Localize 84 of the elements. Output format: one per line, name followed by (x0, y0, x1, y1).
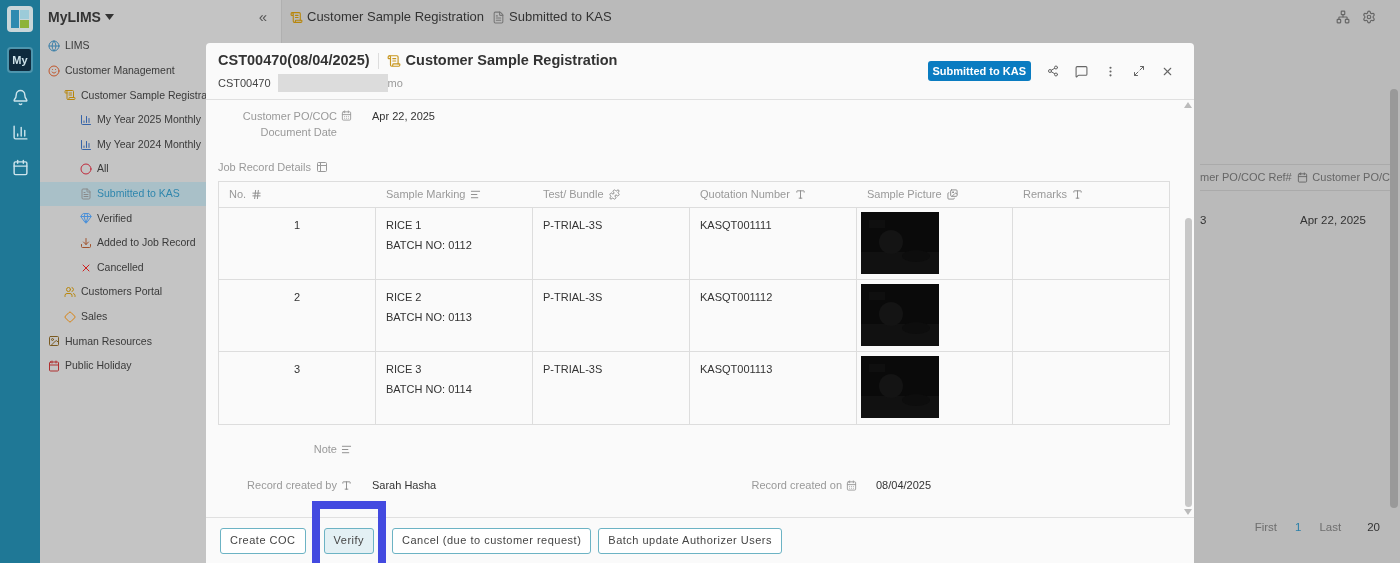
sidebar-item[interactable]: Sales (40, 304, 281, 330)
section-title: Job Record Details (218, 159, 311, 175)
sidebar-item[interactable]: Public Holiday (40, 353, 281, 379)
globe-icon (48, 40, 60, 53)
sidebar-item[interactable]: Added to Job Record (40, 230, 281, 256)
status-badge: Submitted to KAS (927, 60, 1031, 82)
field-label: Customer PO/COC Document Date (241, 109, 337, 140)
bell-icon[interactable] (11, 89, 29, 106)
scroll-icon (386, 53, 401, 68)
image-icon (946, 189, 958, 200)
document-icon (492, 10, 506, 24)
people-icon (64, 286, 76, 299)
field-label: Record created on (751, 477, 842, 493)
calendar-icon[interactable] (11, 159, 29, 176)
breadcrumb-item[interactable]: Submitted to KAS (492, 7, 612, 27)
landscape-icon (48, 335, 60, 348)
app-logo[interactable] (6, 5, 34, 33)
bar-chart-icon (80, 114, 92, 127)
settings-icon[interactable] (1362, 10, 1376, 24)
form-title: Customer Sample Registration (405, 50, 618, 70)
gem-icon (80, 212, 92, 225)
action-button[interactable]: Verify (323, 527, 375, 554)
action-button[interactable]: Batch update Authorizer Users (598, 527, 782, 554)
scrollbar[interactable] (1390, 89, 1398, 508)
diamond-icon (64, 310, 76, 323)
sidebar-item[interactable]: Verified (40, 206, 281, 231)
sidebar-item[interactable]: Customers Portal (40, 279, 281, 305)
table-cell: KASQT001112 (700, 291, 773, 303)
table-cell-text: RICE 1 BATCH NO: 0112 (386, 218, 473, 253)
table-icon (315, 161, 328, 173)
scroll-icon (64, 89, 76, 102)
caret-icon[interactable] (104, 14, 114, 20)
sidebar-item[interactable]: Cancelled (40, 255, 281, 280)
scrollbar[interactable] (1184, 218, 1192, 507)
lines-icon (341, 443, 352, 455)
text-type-icon (794, 189, 806, 200)
calendar-icon (846, 479, 857, 491)
text-type-icon (341, 479, 352, 491)
lines-icon (470, 189, 482, 200)
table-cell-text: Apr 22, 2025 (1300, 213, 1366, 229)
smiley-icon (48, 64, 60, 77)
scroll-icon (290, 10, 303, 24)
circle-icon (80, 163, 92, 176)
record-subtitle: mo (387, 76, 403, 92)
collapse-button[interactable]: « (258, 5, 267, 29)
action-button[interactable]: Cancel (due to customer request) (392, 527, 592, 554)
expand-icon[interactable] (1133, 65, 1145, 77)
record-title: CST00470(08/04/2025) (218, 50, 370, 70)
breadcrumb-item[interactable]: Customer Sample Registration (290, 7, 485, 27)
puzzle-icon (608, 189, 620, 200)
chart-icon[interactable] (11, 124, 29, 141)
field-value: Apr 22, 2025 (372, 109, 435, 124)
page-size[interactable]: 20 (1367, 519, 1380, 537)
table-cell-text: 3 (1200, 213, 1208, 229)
hash-icon (251, 189, 263, 200)
calendar-icon (341, 110, 352, 121)
table-cell: KASQT001111 (700, 219, 772, 231)
calendar-icon (48, 360, 60, 372)
table-cell: P-TRIAL-3S (543, 363, 603, 375)
share-icon[interactable] (1047, 65, 1059, 77)
download-icon (80, 237, 92, 250)
table-cell: P-TRIAL-3S (543, 291, 603, 303)
calendar-icon (1297, 172, 1309, 183)
record-id: CST00470 (218, 76, 271, 92)
row-number: 2 (292, 290, 302, 305)
comment-icon[interactable] (1075, 64, 1088, 78)
table-cell-text: RICE 2 BATCH NO: 0113 (386, 290, 473, 325)
table-cell-text: RICE 3 BATCH NO: 0114 (386, 362, 473, 397)
document-icon (80, 187, 92, 200)
action-button[interactable]: Create COC (220, 527, 306, 554)
row-number: 1 (292, 218, 302, 233)
row-number: 3 (292, 362, 302, 377)
table-cell: P-TRIAL-3S (543, 219, 603, 231)
bar-chart-icon (80, 138, 92, 151)
my-badge[interactable]: My (7, 47, 33, 73)
field-label: Note (313, 441, 337, 457)
app-title: MyLIMS (48, 7, 101, 27)
field-value: Sarah Hasha (372, 477, 438, 493)
text-type-icon (1072, 189, 1083, 200)
table-cell: KASQT001113 (700, 363, 773, 375)
field-value: 08/04/2025 (876, 477, 932, 493)
sidebar-item[interactable]: Human Resources (40, 329, 281, 354)
field-label: Record created by (247, 477, 337, 493)
sitemap-icon[interactable] (1336, 10, 1350, 24)
